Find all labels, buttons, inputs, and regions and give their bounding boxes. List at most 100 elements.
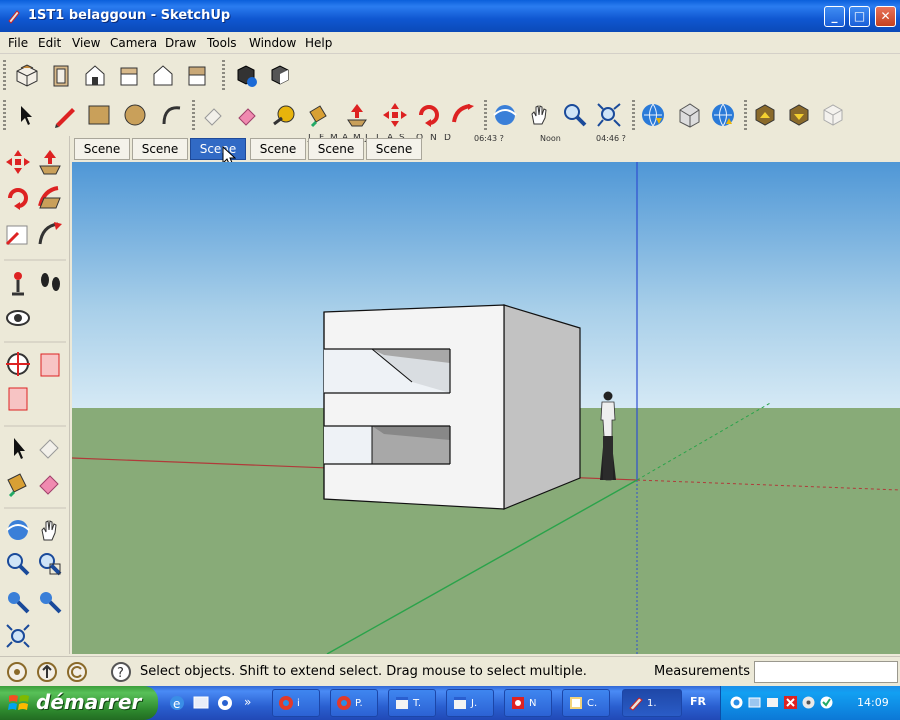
tray-network-icon[interactable]	[729, 695, 744, 710]
rotate-icon[interactable]	[414, 100, 444, 130]
tools-toolbar	[0, 96, 860, 134]
menu-draw[interactable]: Draw	[165, 36, 196, 50]
pan-hand-icon[interactable]	[524, 100, 554, 130]
task-button[interactable]: T.	[388, 689, 436, 717]
geo-location-icon[interactable]	[6, 661, 28, 683]
tab-scene-3[interactable]: Scene 3	[190, 138, 246, 176]
eraser-icon[interactable]	[198, 100, 228, 130]
media-icon[interactable]	[216, 694, 234, 712]
task-button-sketchup[interactable]: 1.	[622, 689, 682, 717]
menu-camera[interactable]: Camera	[110, 36, 157, 50]
orbit-icon[interactable]	[490, 100, 520, 130]
scene-tabs: Scene 1 Scene 2 Scene 3 Scene 4 Scene 5 …	[72, 136, 900, 176]
tab-scene-2[interactable]: Scene 2	[132, 138, 188, 176]
left-tool-icons	[4, 150, 66, 648]
paint-bucket-icon[interactable]	[302, 100, 332, 130]
top-view-icon[interactable]	[46, 60, 76, 90]
windows-flag-icon	[8, 695, 29, 710]
zoom-icon[interactable]	[560, 100, 590, 130]
desktop-icon[interactable]	[192, 694, 210, 712]
measurements-label: Measurements	[654, 664, 751, 679]
arc-icon[interactable]	[156, 100, 186, 130]
menu-tools[interactable]: Tools	[207, 36, 237, 50]
language-indicator[interactable]: FR	[690, 695, 706, 708]
menu-help[interactable]: Help	[305, 36, 332, 50]
back-view-icon[interactable]	[148, 60, 178, 90]
front-view-icon[interactable]	[80, 60, 110, 90]
start-label: démarrer	[36, 690, 142, 714]
tray-security-icon[interactable]	[819, 695, 834, 710]
start-button[interactable]: démarrer	[0, 686, 158, 720]
status-message: Select objects. Shift to extend select. …	[140, 664, 587, 679]
title-bar[interactable]: 1ST1 belaggoun - SketchUp _ □ ✕	[0, 0, 900, 32]
ie-icon[interactable]: e	[168, 694, 186, 712]
tray-app-icon[interactable]	[765, 695, 780, 710]
menu-edit[interactable]: Edit	[38, 36, 61, 50]
component-get-icon[interactable]	[750, 100, 780, 130]
close-button[interactable]: ✕	[875, 6, 896, 27]
toolbar-grip[interactable]	[222, 60, 225, 90]
quick-launch-overflow-icon[interactable]: »	[244, 695, 251, 709]
menu-window[interactable]: Window	[249, 36, 296, 50]
pencil-line-icon[interactable]	[50, 100, 80, 130]
right-view-icon[interactable]	[114, 60, 144, 90]
left-view-icon[interactable]	[182, 60, 212, 90]
tray-settings-icon[interactable]	[801, 695, 816, 710]
component-share-icon[interactable]	[784, 100, 814, 130]
globe-get-icon[interactable]	[638, 100, 668, 130]
toolbar-grip[interactable]	[632, 100, 635, 130]
menu-file[interactable]: File	[8, 36, 28, 50]
hidden-line-cube-icon[interactable]	[264, 60, 294, 90]
task-button[interactable]: C.	[562, 689, 610, 717]
warehouse-icon[interactable]	[674, 100, 704, 130]
menu-bar: File Edit View Camera Draw Tools Window …	[0, 32, 900, 54]
push-pull-icon[interactable]	[342, 100, 372, 130]
tape-measure-icon[interactable]	[268, 100, 298, 130]
cube-outline-icon[interactable]	[818, 100, 848, 130]
toolbar-grip[interactable]	[744, 100, 747, 130]
xray-cube-icon[interactable]	[230, 60, 260, 90]
circle-icon[interactable]	[120, 100, 150, 130]
tray-warning-icon[interactable]	[783, 695, 798, 710]
window-title: 1ST1 belaggoun - SketchUp	[28, 8, 231, 23]
eraser-pink-icon[interactable]	[232, 100, 262, 130]
clock[interactable]: 14:09	[857, 696, 889, 709]
tab-scene-4[interactable]: Scene 4	[250, 138, 306, 176]
task-button[interactable]: P.	[330, 689, 378, 717]
task-button[interactable]: N	[504, 689, 552, 717]
sketchup-window: 1ST1 belaggoun - SketchUp _ □ ✕ File Edi…	[0, 0, 900, 720]
follow-me-icon[interactable]	[448, 100, 478, 130]
task-button[interactable]: J.	[446, 689, 494, 717]
large-tool-set	[0, 136, 70, 654]
credits-icon[interactable]	[36, 661, 58, 683]
minimize-button[interactable]: _	[824, 6, 845, 27]
tray-volume-icon[interactable]	[747, 695, 762, 710]
svg-text:?: ?	[117, 666, 124, 681]
task-button[interactable]: i	[272, 689, 320, 717]
maximize-button[interactable]: □	[849, 6, 870, 27]
tab-scene-1[interactable]: Scene 1	[74, 138, 130, 176]
user-icon[interactable]	[66, 661, 88, 683]
move-icon[interactable]	[380, 100, 410, 130]
system-tray: 14:09	[720, 686, 900, 720]
menu-view[interactable]: View	[72, 36, 100, 50]
views-toolbar: J F M A M J J A S O N D 06:43 ? Noon 04:…	[0, 56, 900, 143]
status-bar: ? Select objects. Shift to extend select…	[0, 656, 900, 686]
e-shaped-block-model[interactable]	[323, 304, 581, 510]
3d-viewport[interactable]	[72, 162, 900, 654]
tab-scene-6[interactable]: Scene 6	[366, 138, 422, 176]
toolbar-grip[interactable]	[192, 100, 195, 130]
tab-scene-5[interactable]: Scene 5	[308, 138, 364, 176]
model-scene[interactable]	[72, 162, 900, 654]
windows-taskbar: démarrer e » i P. T. J. N C. 1. FR 14:09	[0, 686, 900, 720]
toolbar-grip[interactable]	[484, 100, 487, 130]
select-arrow-icon[interactable]	[10, 100, 40, 130]
measurements-input[interactable]	[754, 661, 898, 683]
zoom-extents-icon[interactable]	[594, 100, 624, 130]
toolbar-grip[interactable]	[3, 60, 6, 90]
globe-share-icon[interactable]	[708, 100, 738, 130]
instructor-help-icon[interactable]: ?	[110, 661, 132, 683]
iso-view-icon[interactable]	[12, 60, 42, 90]
toolbar-grip[interactable]	[3, 100, 6, 130]
rectangle-icon[interactable]	[84, 100, 114, 130]
